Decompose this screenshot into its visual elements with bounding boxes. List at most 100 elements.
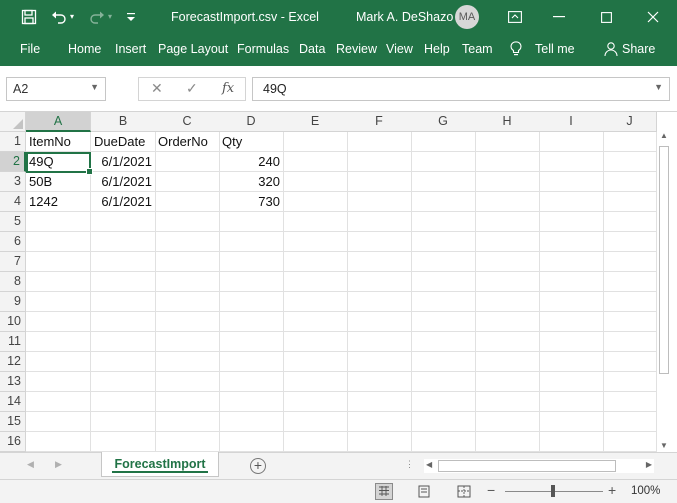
- cell-h13[interactable]: [475, 372, 540, 392]
- cell-c7[interactable]: [155, 252, 220, 272]
- customize-toolbar-icon[interactable]: [126, 10, 136, 24]
- menu-view[interactable]: View: [386, 42, 413, 56]
- cell-g3[interactable]: [411, 172, 476, 192]
- cell-e12[interactable]: [283, 352, 348, 372]
- cell-c11[interactable]: [155, 332, 220, 352]
- cell-d12[interactable]: [219, 352, 284, 372]
- minimize-icon[interactable]: [553, 16, 565, 18]
- cell-h4[interactable]: [475, 192, 540, 212]
- cell-a9[interactable]: [26, 292, 91, 312]
- share-button[interactable]: Share: [622, 42, 655, 56]
- cell-d14[interactable]: [219, 392, 284, 412]
- cell-j12[interactable]: [603, 352, 657, 372]
- cell-b9[interactable]: [91, 292, 156, 312]
- zoom-out-button[interactable]: −: [487, 482, 495, 498]
- cell-j15[interactable]: [603, 412, 657, 432]
- cell-d6[interactable]: [219, 232, 284, 252]
- cell-j9[interactable]: [603, 292, 657, 312]
- row-header-8[interactable]: 8: [0, 272, 26, 292]
- scroll-up-icon[interactable]: ▲: [658, 130, 670, 142]
- cell-f9[interactable]: [347, 292, 412, 312]
- row-header-4[interactable]: 4: [0, 192, 26, 212]
- cell-j8[interactable]: [603, 272, 657, 292]
- cell-e8[interactable]: [283, 272, 348, 292]
- cell-d11[interactable]: [219, 332, 284, 352]
- cell-a15[interactable]: [26, 412, 91, 432]
- row-header-9[interactable]: 9: [0, 292, 26, 312]
- select-all-button[interactable]: [0, 112, 26, 132]
- row-header-15[interactable]: 15: [0, 412, 26, 432]
- ribbon-display-options-icon[interactable]: [507, 9, 523, 25]
- cell-j16[interactable]: [603, 432, 657, 452]
- cell-i11[interactable]: [539, 332, 604, 352]
- cell-e4[interactable]: [283, 192, 348, 212]
- cell-d1[interactable]: Qty: [219, 132, 284, 152]
- row-header-7[interactable]: 7: [0, 252, 26, 272]
- cell-a13[interactable]: [26, 372, 91, 392]
- cell-g1[interactable]: [411, 132, 476, 152]
- cell-a3[interactable]: 50B: [26, 172, 91, 192]
- cell-c12[interactable]: [155, 352, 220, 372]
- cell-a14[interactable]: [26, 392, 91, 412]
- menu-review[interactable]: Review: [336, 42, 377, 56]
- menu-data[interactable]: Data: [299, 42, 325, 56]
- cell-h14[interactable]: [475, 392, 540, 412]
- cell-e1[interactable]: [283, 132, 348, 152]
- cell-h8[interactable]: [475, 272, 540, 292]
- name-box[interactable]: A2 ▼: [6, 77, 106, 101]
- scroll-right-icon[interactable]: ▶: [646, 460, 652, 469]
- cell-h15[interactable]: [475, 412, 540, 432]
- cell-b4[interactable]: 6/1/2021: [91, 192, 156, 212]
- cell-b7[interactable]: [91, 252, 156, 272]
- close-icon[interactable]: [646, 10, 659, 23]
- cell-e14[interactable]: [283, 392, 348, 412]
- next-sheet-icon[interactable]: ▶: [55, 459, 62, 470]
- menu-home[interactable]: Home: [68, 42, 101, 56]
- cell-a2[interactable]: 49Q: [26, 152, 91, 172]
- cell-c1[interactable]: OrderNo: [155, 132, 220, 152]
- cell-h5[interactable]: [475, 212, 540, 232]
- cell-b2[interactable]: 6/1/2021: [91, 152, 156, 172]
- maximize-icon[interactable]: [600, 11, 612, 23]
- formula-input[interactable]: 49Q ▼: [252, 77, 670, 101]
- cell-f16[interactable]: [347, 432, 412, 452]
- row-header-11[interactable]: 11: [0, 332, 26, 352]
- scroll-down-icon[interactable]: ▼: [658, 440, 670, 452]
- cell-d16[interactable]: [219, 432, 284, 452]
- cell-b10[interactable]: [91, 312, 156, 332]
- vertical-scroll-thumb[interactable]: [659, 146, 669, 374]
- cell-j4[interactable]: [603, 192, 657, 212]
- cell-g2[interactable]: [411, 152, 476, 172]
- page-break-preview-button[interactable]: [455, 483, 473, 500]
- cell-a5[interactable]: [26, 212, 91, 232]
- cell-h10[interactable]: [475, 312, 540, 332]
- cell-f14[interactable]: [347, 392, 412, 412]
- cell-h6[interactable]: [475, 232, 540, 252]
- cell-j3[interactable]: [603, 172, 657, 192]
- cell-f15[interactable]: [347, 412, 412, 432]
- cell-a16[interactable]: [26, 432, 91, 452]
- row-header-16[interactable]: 16: [0, 432, 26, 452]
- cell-h2[interactable]: [475, 152, 540, 172]
- cell-e11[interactable]: [283, 332, 348, 352]
- column-header-f[interactable]: F: [347, 112, 412, 132]
- cell-g15[interactable]: [411, 412, 476, 432]
- cell-b16[interactable]: [91, 432, 156, 452]
- cell-i16[interactable]: [539, 432, 604, 452]
- cell-g4[interactable]: [411, 192, 476, 212]
- cell-a10[interactable]: [26, 312, 91, 332]
- cell-b8[interactable]: [91, 272, 156, 292]
- cell-i12[interactable]: [539, 352, 604, 372]
- cell-i7[interactable]: [539, 252, 604, 272]
- cell-d9[interactable]: [219, 292, 284, 312]
- cell-b1[interactable]: DueDate: [91, 132, 156, 152]
- cancel-icon[interactable]: ✕: [151, 80, 163, 97]
- cell-g12[interactable]: [411, 352, 476, 372]
- cell-g6[interactable]: [411, 232, 476, 252]
- cell-j6[interactable]: [603, 232, 657, 252]
- cell-e7[interactable]: [283, 252, 348, 272]
- cell-c2[interactable]: [155, 152, 220, 172]
- cell-f5[interactable]: [347, 212, 412, 232]
- expand-formula-bar-icon[interactable]: ▼: [654, 82, 663, 92]
- cell-a6[interactable]: [26, 232, 91, 252]
